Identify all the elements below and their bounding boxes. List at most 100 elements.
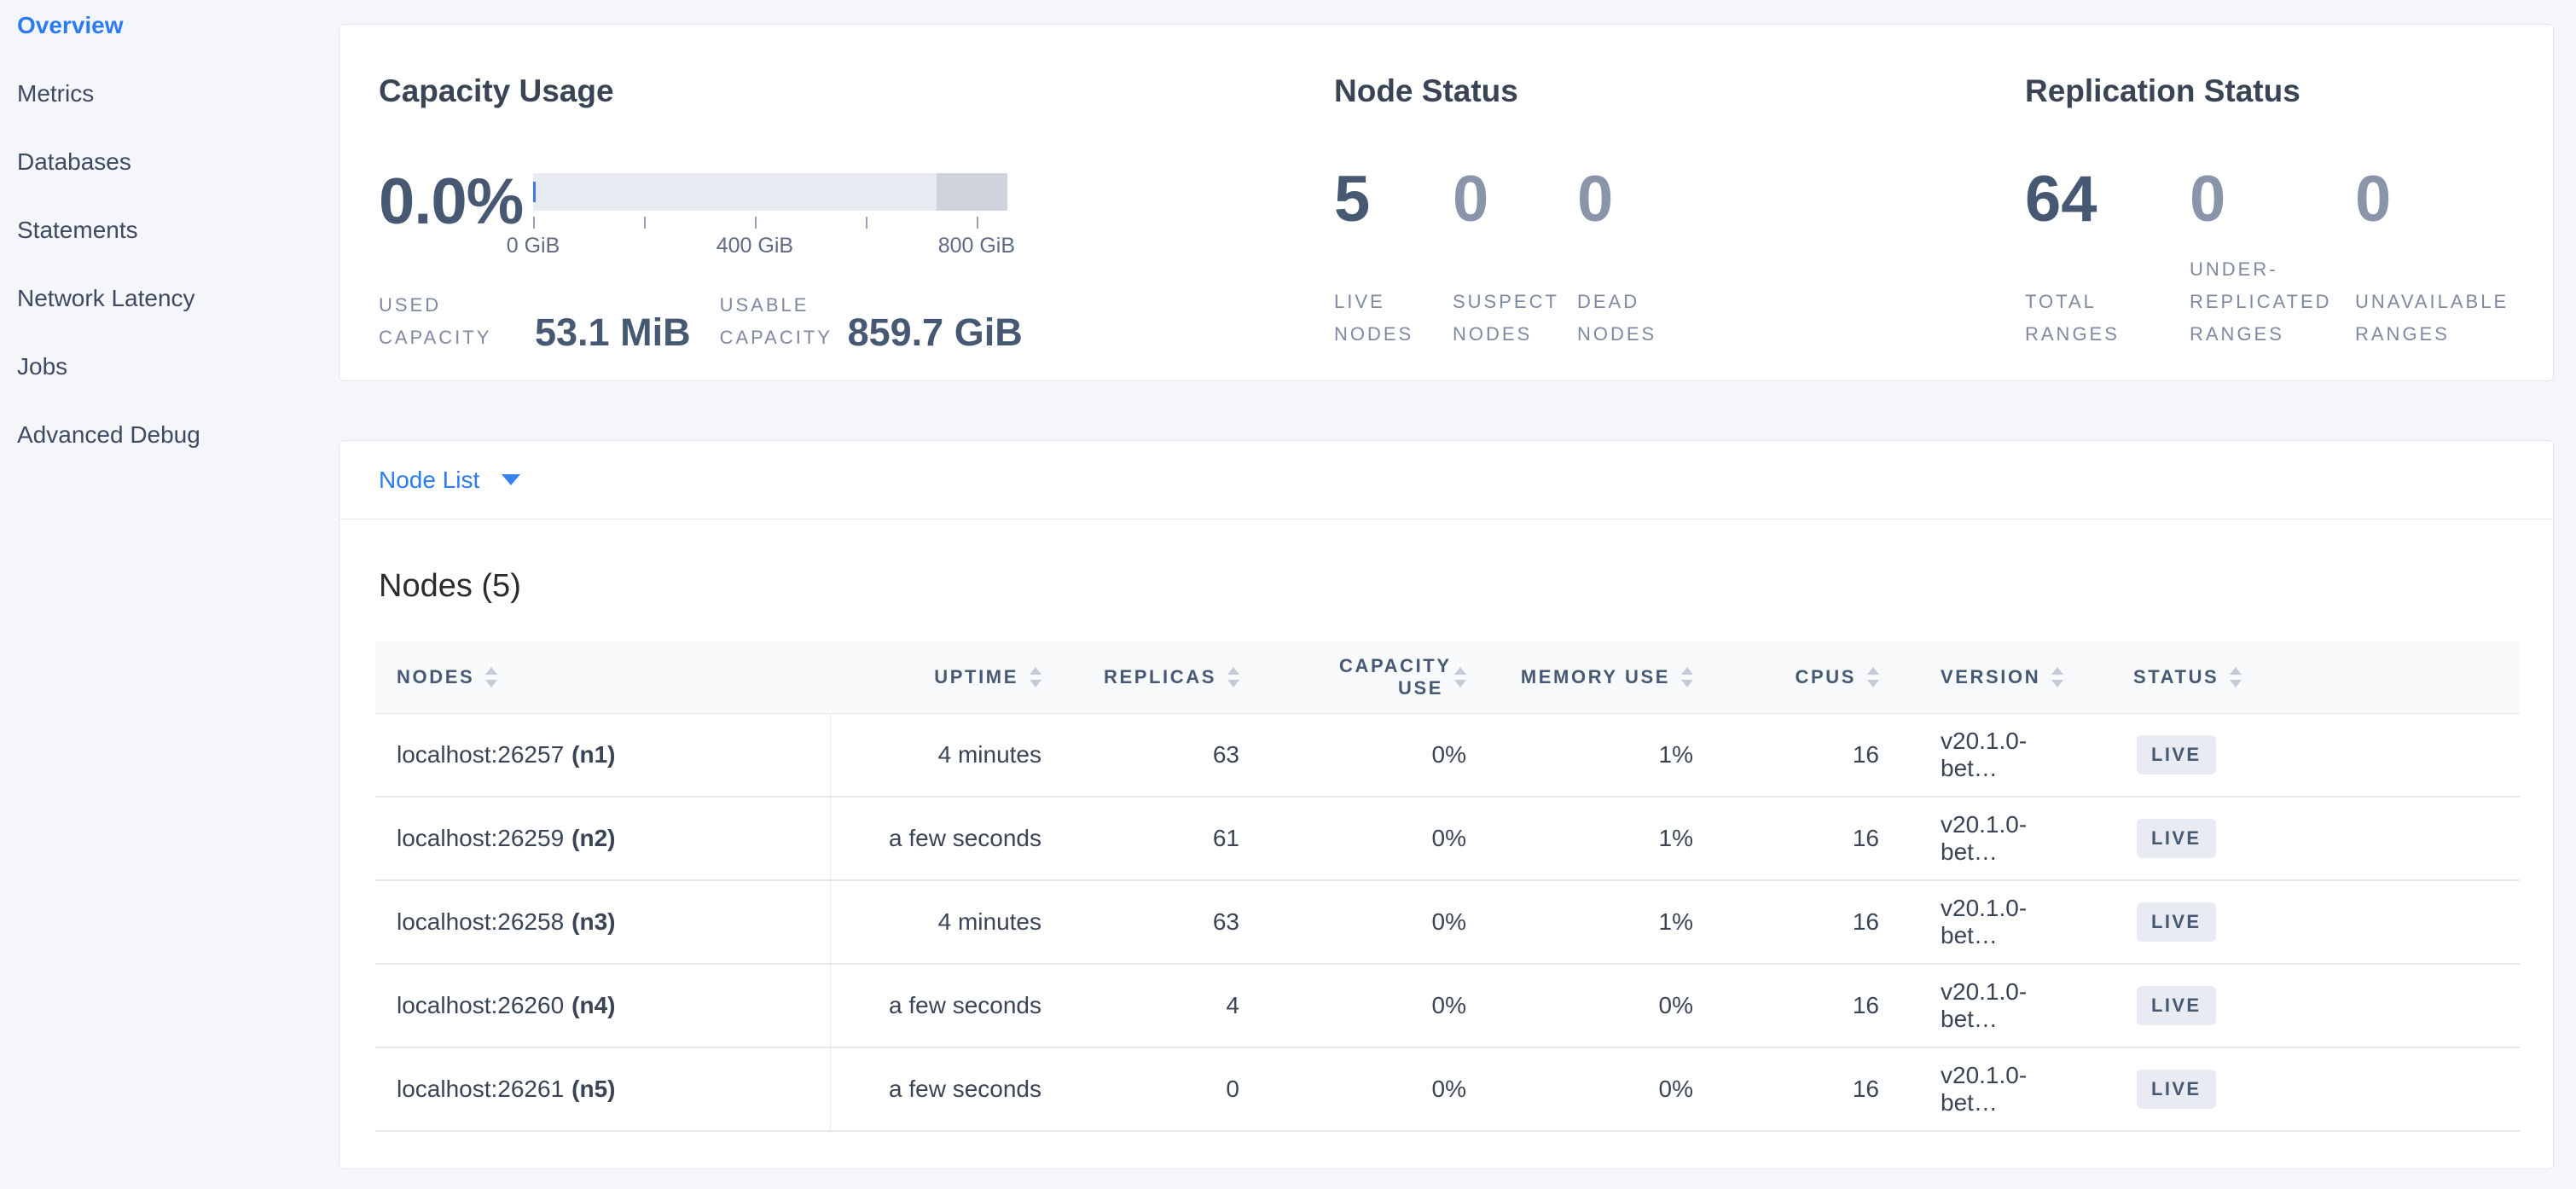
table-row[interactable]: localhost:26258(n3)4 minutes630%1%16v20.…	[375, 881, 2520, 965]
sidebar-item-databases[interactable]: Databases	[17, 128, 339, 196]
node-address: localhost:26258	[397, 908, 564, 936]
sidebar-item-network-latency[interactable]: Network Latency	[17, 264, 339, 333]
cell-replicas: 63	[1048, 714, 1246, 796]
column-header-status[interactable]: STATUS	[2082, 641, 2520, 713]
cell-memory-use: 1%	[1473, 714, 1700, 796]
cell-capacity-use: 0%	[1246, 714, 1473, 796]
status-badge: LIVE	[2137, 902, 2216, 942]
node-list-dropdown[interactable]: Node List	[339, 441, 2553, 519]
capacity-bar-used-segment	[533, 182, 536, 202]
column-header-memory-use[interactable]: MEMORY USE	[1473, 641, 1700, 713]
chevron-down-icon	[502, 474, 520, 485]
column-header-replicas[interactable]: REPLICAS	[1048, 641, 1246, 713]
axis-tick-label: 400 GiB	[717, 234, 793, 258]
sort-icon	[1681, 667, 1693, 687]
unavailable-ranges-metric: 0UNAVAILABLE RANGES	[2355, 165, 2560, 351]
node-list-card: Node List Nodes (5) NODESUPTIMEREPLICASC…	[339, 440, 2554, 1169]
node-status-section: Node Status 5LIVE NODES0SUSPECT NODES0DE…	[1334, 25, 1982, 380]
column-header-label: MEMORY USE	[1521, 666, 1670, 688]
cell-replicas: 63	[1048, 881, 1246, 963]
under-replicated-ranges-metric: 0UNDER-REPLICATED RANGES	[2190, 165, 2355, 351]
metric-label: UNAVAILABLE RANGES	[2355, 286, 2519, 351]
metric-label: TOTAL RANGES	[2025, 286, 2189, 351]
sort-down-arrow	[1867, 680, 1879, 687]
sidebar-item-statements[interactable]: Statements	[17, 196, 339, 264]
cell-uptime: 4 minutes	[831, 714, 1048, 796]
node-id: (n1)	[571, 741, 615, 768]
cell-status: LIVE	[2082, 798, 2520, 879]
cell-uptime: a few seconds	[831, 1048, 1048, 1130]
sort-icon	[2230, 667, 2242, 687]
cell-cpus: 16	[1700, 965, 1886, 1047]
nodes-table-body: localhost:26257(n1)4 minutes630%1%16v20.…	[375, 714, 2520, 1132]
cell-cpus: 16	[1700, 881, 1886, 963]
capacity-axis-ticks	[533, 217, 1007, 229]
column-header-label: CPUS	[1795, 666, 1856, 688]
cell-status: LIVE	[2082, 965, 2520, 1047]
metric-label: DEAD NODES	[1577, 286, 1690, 351]
column-header-version[interactable]: VERSION	[1886, 641, 2082, 713]
sidebar-item-overview[interactable]: Overview	[17, 0, 339, 60]
sort-icon	[2051, 667, 2063, 687]
sort-down-arrow	[1030, 680, 1041, 687]
cell-node: localhost:26261(n5)	[375, 1048, 831, 1130]
status-badge: LIVE	[2137, 735, 2216, 774]
table-row[interactable]: localhost:26260(n4)a few seconds40%0%16v…	[375, 965, 2520, 1048]
status-badge: LIVE	[2137, 1070, 2216, 1109]
sort-up-arrow	[1454, 667, 1466, 675]
cell-replicas: 61	[1048, 798, 1246, 879]
cell-node: localhost:26257(n1)	[375, 714, 831, 796]
cell-version: v20.1.0-bet…	[1886, 965, 2082, 1047]
column-header-label: CAPACITY USE	[1339, 655, 1443, 699]
cell-cpus: 16	[1700, 1048, 1886, 1130]
table-row[interactable]: localhost:26259(n2)a few seconds610%1%16…	[375, 798, 2520, 881]
axis-tick	[866, 217, 867, 229]
cell-version: v20.1.0-bet…	[1886, 714, 2082, 796]
table-row[interactable]: localhost:26257(n1)4 minutes630%1%16v20.…	[375, 714, 2520, 798]
capacity-percent-value: 0.0%	[379, 168, 523, 236]
suspect-nodes-metric: 0SUSPECT NODES	[1453, 165, 1577, 351]
sort-icon	[1454, 667, 1466, 687]
sidebar-item-metrics[interactable]: Metrics	[17, 60, 339, 128]
sidebar-item-jobs[interactable]: Jobs	[17, 333, 339, 401]
column-header-label: UPTIME	[934, 666, 1018, 688]
capacity-bar-track	[533, 173, 1007, 211]
column-header-capacity-use[interactable]: CAPACITY USE	[1246, 641, 1473, 713]
nodes-table-header: NODES UPTIME REPLICAS CAPACITY USE MEMORY US…	[375, 641, 2520, 714]
column-header-label: VERSION	[1941, 666, 2040, 688]
sort-icon	[1867, 667, 1879, 687]
column-header-nodes[interactable]: NODES	[375, 641, 831, 713]
cell-uptime: a few seconds	[831, 798, 1048, 879]
column-header-uptime[interactable]: UPTIME	[831, 641, 1048, 713]
cell-memory-use: 1%	[1473, 798, 1700, 879]
sort-icon	[1227, 667, 1239, 687]
metric-label: LIVE NODES	[1334, 286, 1447, 351]
axis-tick	[755, 217, 757, 229]
node-address: localhost:26259	[397, 825, 564, 852]
cell-node: localhost:26258(n3)	[375, 881, 831, 963]
column-header-label: NODES	[397, 666, 474, 688]
capacity-stats: USED CAPACITY53.1 MiBUSABLE CAPACITY859.…	[379, 286, 1023, 354]
live-nodes-metric: 5LIVE NODES	[1334, 165, 1453, 351]
cell-capacity-use: 0%	[1246, 798, 1473, 879]
table-row[interactable]: localhost:26261(n5)a few seconds00%0%16v…	[375, 1048, 2520, 1132]
cell-memory-use: 1%	[1473, 881, 1700, 963]
column-header-cpus[interactable]: CPUS	[1700, 641, 1886, 713]
cell-memory-use: 0%	[1473, 965, 1700, 1047]
capacity-usage-title: Capacity Usage	[379, 73, 614, 109]
cell-capacity-use: 0%	[1246, 965, 1473, 1047]
stat-label: USED CAPACITY	[379, 289, 508, 354]
cell-version: v20.1.0-bet…	[1886, 1048, 2082, 1130]
replication-status-title: Replication Status	[2025, 73, 2300, 109]
cluster-summary-card: Capacity Usage 0.0% 0 GiB400 GiB800 GiB …	[339, 24, 2554, 381]
sidebar-item-advanced-debug[interactable]: Advanced Debug	[17, 401, 339, 469]
cell-replicas: 4	[1048, 965, 1246, 1047]
cell-uptime: a few seconds	[831, 965, 1048, 1047]
sort-up-arrow	[485, 667, 497, 675]
sort-up-arrow	[2230, 667, 2242, 675]
sort-up-arrow	[1681, 667, 1693, 675]
cell-node: localhost:26259(n2)	[375, 798, 831, 879]
node-id: (n5)	[571, 1076, 615, 1103]
sort-up-arrow	[2051, 667, 2063, 675]
sort-down-arrow	[1227, 680, 1239, 687]
